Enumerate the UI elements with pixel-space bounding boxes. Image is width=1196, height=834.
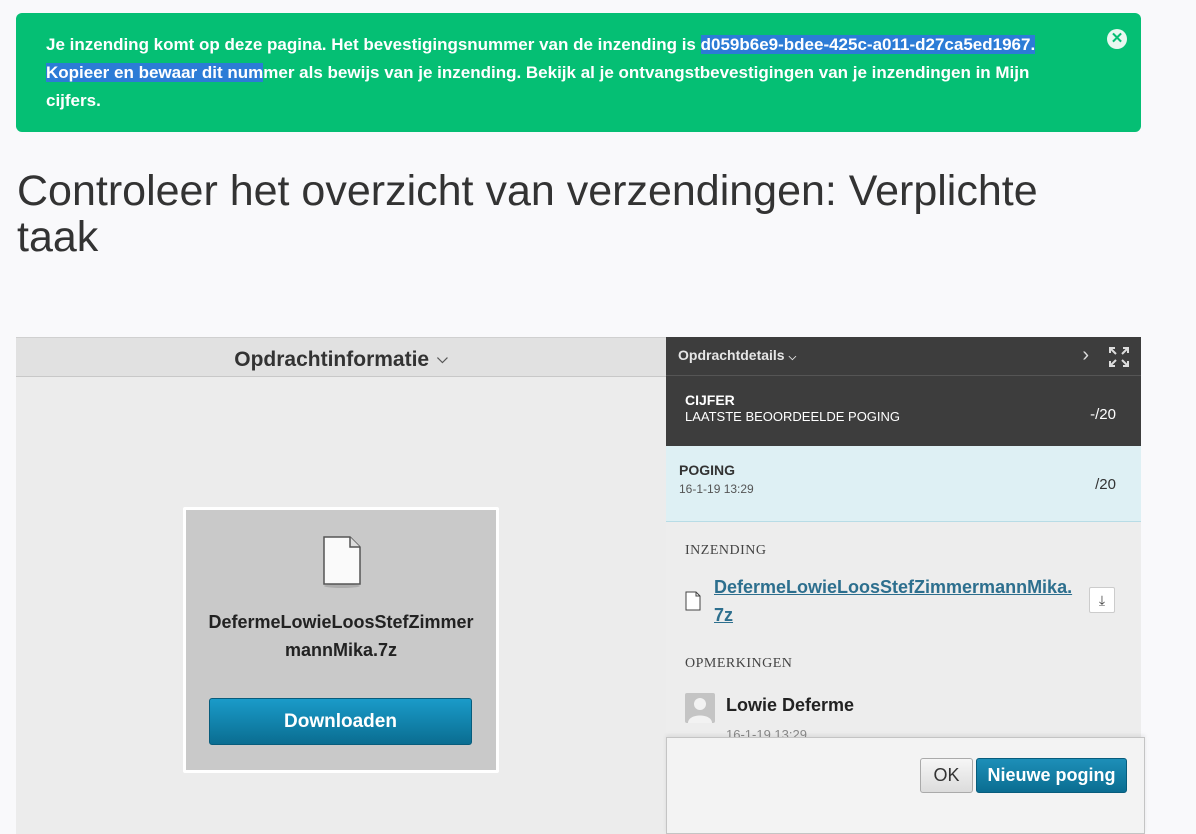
file-card: DefermeLowieLoosStefZimmermannMika.7z Do… [183, 507, 499, 773]
grade-title: CIJFER [685, 392, 735, 408]
comment-author: Lowie Deferme [726, 695, 855, 715]
avatar [685, 693, 715, 723]
chevron-right-icon[interactable]: › [1082, 337, 1089, 373]
grade-section: CIJFER LAATSTE BEOORDEELDE POGING -/20 [666, 376, 1141, 446]
close-icon[interactable]: ✕ [1107, 29, 1127, 49]
assignment-info-label: Opdrachtinformatie [234, 348, 430, 371]
expand-icon[interactable] [1109, 347, 1129, 367]
ok-button[interactable]: OK [920, 758, 973, 793]
page-title: Controleer het overzicht van verzendinge… [17, 167, 1038, 261]
attempt-score: /20 [1095, 476, 1116, 493]
assignment-info-pane: Opdrachtinformatie ⌵ DefermeLowieLoosStef… [16, 337, 666, 834]
attempt-date: 16-1-19 13:29 [679, 482, 754, 496]
footer-bar: OK Nieuwe poging [666, 737, 1145, 834]
submission-file-link[interactable]: DefermeLowieLoosStefZimmermannMika.7z [714, 573, 1074, 629]
grade-subtitle: LAATSTE BEOORDEELDE POGING [685, 409, 901, 424]
download-button[interactable]: Downloaden [209, 698, 472, 745]
file-name: DefermeLowieLoosStefZimmermannMika.7z [208, 612, 474, 660]
success-alert: Je inzending komt op deze pagina. Het be… [16, 13, 1141, 132]
assignment-details-label: Opdrachtdetails [678, 347, 785, 363]
assignment-details-pane: Opdrachtdetails ⌵ › CIJFER LAATSTE BEOORD… [666, 337, 1145, 834]
assignment-details-header[interactable]: Opdrachtdetails ⌵ › [666, 337, 1141, 376]
chevron-down-icon: ⌵ [437, 350, 448, 366]
submission-label: INZENDING [685, 543, 767, 558]
download-icon[interactable]: ⤓ [1089, 587, 1115, 613]
attempt-title: POGING [679, 462, 736, 478]
comments-label: OPMERKINGEN [685, 656, 793, 671]
document-icon [685, 591, 701, 611]
alert-text-before: Je inzending komt op deze pagina. Het be… [46, 35, 701, 54]
chevron-down-icon: ⌵ [788, 352, 797, 363]
attempt-row[interactable]: POGING 16-1-19 13:29 /20 [666, 446, 1141, 522]
assignment-info-header[interactable]: Opdrachtinformatie ⌵ [16, 337, 666, 377]
new-attempt-button[interactable]: Nieuwe poging [976, 758, 1127, 793]
grade-score: -/20 [1090, 406, 1116, 423]
document-icon [323, 536, 361, 588]
